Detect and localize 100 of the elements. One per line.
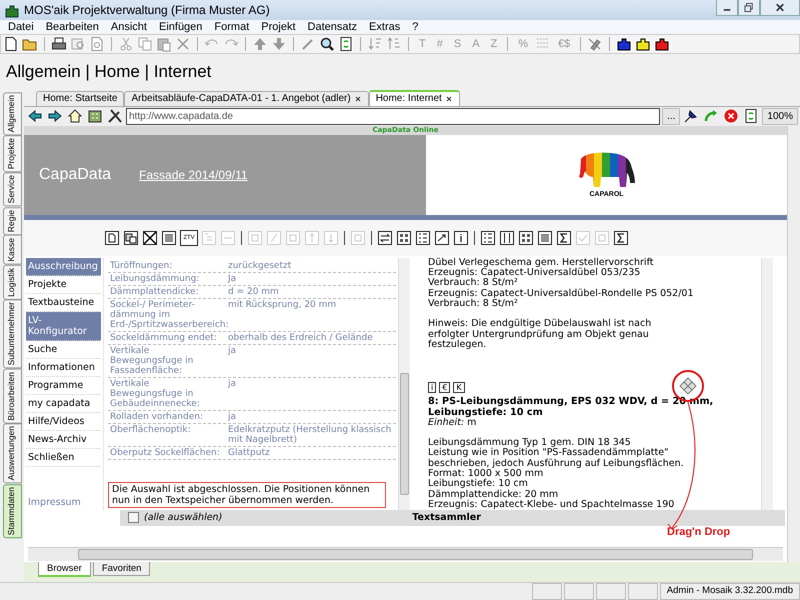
side-tab[interactable]: Logistik bbox=[3, 264, 22, 300]
nav-item[interactable]: News-Archiv bbox=[26, 430, 101, 449]
menu-item[interactable]: Format bbox=[208, 20, 256, 34]
select-all-label: (alle auswählen) bbox=[144, 512, 222, 524]
property-value: zurückgesetzt bbox=[228, 260, 292, 271]
minimize-button[interactable] bbox=[716, 0, 738, 16]
lines-icon[interactable] bbox=[161, 230, 177, 246]
nav-item[interactable]: Schließen bbox=[26, 448, 101, 467]
puzzle-piece-icon[interactable] bbox=[616, 36, 632, 52]
scrollbar[interactable] bbox=[398, 258, 410, 510]
tab-label: Home: Startseite bbox=[43, 93, 118, 104]
nav-item[interactable]: Projekte bbox=[26, 276, 101, 294]
unit-line: Einheit: m bbox=[428, 418, 476, 428]
bottom-tab[interactable]: Favoriten bbox=[92, 562, 150, 576]
new-document-icon[interactable] bbox=[104, 230, 120, 246]
side-tab[interactable]: Auswertungen bbox=[3, 423, 22, 484]
scrollbar[interactable] bbox=[787, 126, 800, 562]
property-label: Leibungsdämmung: bbox=[110, 274, 200, 284]
menu-item[interactable]: Ansicht bbox=[104, 20, 153, 34]
document-tab[interactable]: Home: Startseite bbox=[36, 90, 124, 106]
menu-item[interactable]: Datei bbox=[2, 20, 40, 34]
info-icon[interactable] bbox=[453, 230, 469, 246]
tool-icon[interactable] bbox=[587, 36, 604, 52]
position-action-icon[interactable]: K bbox=[453, 382, 465, 394]
sum-icon[interactable] bbox=[613, 230, 629, 246]
arrow-up-icon[interactable] bbox=[252, 36, 268, 52]
property-label: Türöffnungen: bbox=[110, 260, 174, 271]
list-icon[interactable] bbox=[480, 230, 496, 246]
grid-icon[interactable] bbox=[396, 230, 412, 246]
home-icon[interactable] bbox=[66, 108, 84, 124]
close-button[interactable] bbox=[760, 0, 800, 16]
list-icon[interactable] bbox=[415, 230, 431, 246]
nav-item[interactable]: Informationen bbox=[26, 358, 101, 377]
side-tab[interactable]: Projekte bbox=[3, 135, 22, 172]
columns-icon[interactable] bbox=[499, 230, 515, 246]
paste-icon[interactable] bbox=[156, 36, 172, 52]
copy-document-icon[interactable] bbox=[123, 230, 139, 246]
side-tab[interactable]: Regie bbox=[3, 206, 22, 235]
message-box: Die Auswahl ist abgeschlossen. Die Positionen können nun in den Textspeicher übernommen werden. bbox=[108, 482, 386, 508]
url-field[interactable]: http://www.capadata.de bbox=[126, 108, 660, 125]
description-line: Hinweis: Die endgültige Dübelauswahl ist nach bbox=[428, 319, 652, 330]
annotation-label: Drag'n Drop bbox=[667, 526, 730, 538]
side-tab[interactable]: Service bbox=[3, 172, 22, 207]
nav-item[interactable]: Suche bbox=[26, 340, 101, 359]
document-tab[interactable]: Home: Internet bbox=[368, 90, 460, 106]
nav-item[interactable]: my capadata bbox=[26, 394, 101, 413]
refresh-document-icon[interactable] bbox=[338, 36, 354, 52]
nav-item[interactable]: Ausschreibung bbox=[26, 258, 101, 276]
maximize-button[interactable] bbox=[738, 0, 760, 16]
new-page-icon[interactable] bbox=[3, 36, 19, 52]
side-tab[interactable]: Stammdaten bbox=[3, 484, 22, 538]
sum-icon[interactable] bbox=[556, 230, 572, 246]
delete-icon[interactable] bbox=[142, 230, 158, 246]
menu-item[interactable]: Extras bbox=[363, 20, 406, 34]
puzzle-piece-icon[interactable] bbox=[654, 36, 670, 52]
check-icon[interactable] bbox=[575, 230, 591, 246]
description-line: erfolgter Untergrundprüfung am Objekt genau bbox=[428, 330, 650, 340]
sort-ascending-icon[interactable] bbox=[386, 36, 402, 52]
document-preview-icon[interactable] bbox=[89, 36, 105, 52]
lines-icon[interactable] bbox=[537, 230, 553, 246]
nav-item[interactable]: Hilfe/Videos bbox=[26, 412, 101, 431]
side-tab[interactable]: Büroarbeiten bbox=[3, 368, 22, 424]
description-line: Leistung wie in Position "PS-Fassadendämmplatte" bbox=[428, 448, 670, 458]
property-label: Oberflächenoptik: bbox=[110, 424, 192, 437]
zoom-button[interactable]: 100% bbox=[762, 108, 798, 125]
grid-icon[interactable] bbox=[518, 230, 534, 246]
menu-item[interactable]: Projekt bbox=[255, 20, 302, 34]
position-action-icon[interactable]: i bbox=[428, 382, 436, 394]
building-icon[interactable] bbox=[86, 108, 104, 124]
forward-arrow-icon[interactable] bbox=[46, 108, 64, 124]
arrow-down-icon[interactable] bbox=[271, 36, 287, 52]
side-tab[interactable]: Allgemein bbox=[3, 92, 22, 136]
description-line: Erzeugnis: Capatect-Klebe- und Spachtelmasse 190 bbox=[428, 500, 676, 510]
position-action-icon[interactable]: € bbox=[439, 382, 450, 394]
menu-item[interactable]: Datensatz bbox=[302, 20, 364, 34]
nav-item[interactable]: Programme bbox=[26, 376, 101, 395]
property-label: Sockeldämmung endet: bbox=[110, 332, 218, 343]
print-icon[interactable] bbox=[51, 36, 67, 52]
close-icon[interactable] bbox=[354, 94, 362, 103]
scrollbar[interactable] bbox=[761, 258, 773, 510]
back-arrow-icon[interactable] bbox=[26, 108, 44, 124]
document-tab[interactable]: Arbeitsabläufe-CapaDATA-01 - 1. Angebot (adler) bbox=[124, 90, 369, 106]
menu-item[interactable]: ? bbox=[406, 20, 424, 34]
more-button[interactable]: ... bbox=[662, 108, 680, 125]
swap-icon[interactable] bbox=[377, 230, 393, 246]
stop-icon[interactable] bbox=[722, 108, 740, 124]
select-all-checkbox[interactable] bbox=[128, 512, 139, 524]
bottom-tab[interactable]: Browser bbox=[38, 562, 91, 578]
description-line: festzulegen. bbox=[428, 340, 486, 350]
menu-item[interactable]: Einfügen bbox=[152, 20, 208, 34]
puzzle-piece-icon[interactable] bbox=[635, 36, 652, 52]
menu-item[interactable]: Bearbeiten bbox=[40, 20, 105, 34]
search-icon[interactable] bbox=[319, 36, 335, 52]
close-icon[interactable] bbox=[444, 94, 453, 103]
side-tab[interactable]: Kasse bbox=[3, 234, 22, 265]
sort-descending-icon[interactable] bbox=[367, 36, 383, 52]
side-tab[interactable]: Subunternehmer bbox=[3, 299, 22, 369]
horizontal-scrollbar[interactable] bbox=[28, 546, 783, 561]
nav-item[interactable]: LV-Konfigurator bbox=[26, 312, 101, 341]
impressum-link[interactable]: Impressum bbox=[26, 496, 101, 508]
